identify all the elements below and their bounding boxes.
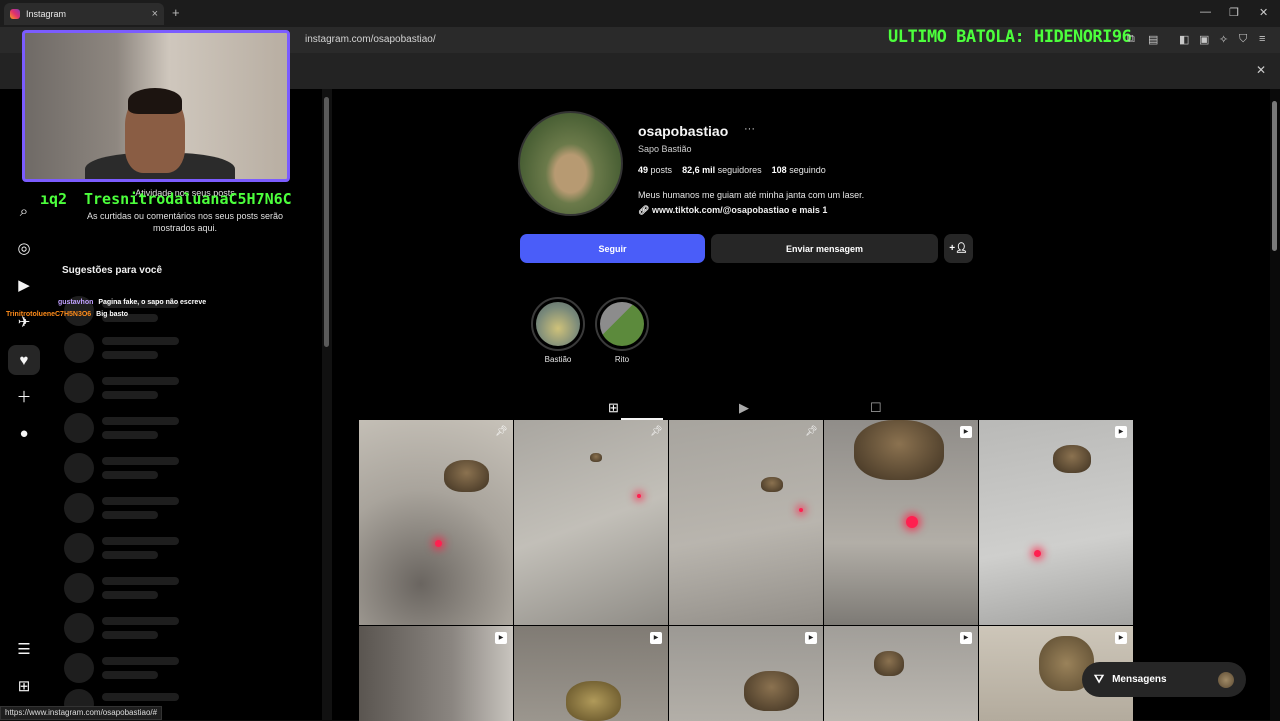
posts-count: 49	[638, 165, 649, 175]
chat-text: Big basto	[96, 311, 129, 318]
status-url: https://www.instagram.com/osapobastiao/#	[0, 706, 163, 720]
nav-rail: ⌕ ◎ ▶ ✈ ♥ ＋ ● ☰ ⊞	[0, 89, 48, 720]
follow-button[interactable]: Seguir	[520, 234, 705, 263]
pinned-icon: 📌︎	[805, 426, 818, 437]
ai-icon[interactable]: ✧	[1219, 33, 1228, 46]
following-count[interactable]: 108	[772, 165, 787, 175]
followers-label[interactable]: seguidores	[718, 165, 762, 175]
post-thumbnail[interactable]: ▶	[359, 626, 513, 721]
chat-username: TresnitrodaluanaC5H7N6C	[84, 190, 292, 208]
profile-tabs: ⊞ ▶ ☐	[360, 394, 1133, 420]
more-menu-icon[interactable]: ☰	[14, 639, 34, 659]
apps-icon[interactable]: ⊞	[14, 676, 34, 696]
tab-title: Instagram	[26, 9, 67, 19]
post-thumbnail[interactable]: ▶	[824, 626, 978, 721]
avatar	[1218, 671, 1234, 688]
tab-posts-grid-icon[interactable]: ⊞	[608, 400, 619, 416]
panel-scrollbar[interactable]	[322, 89, 332, 720]
post-thumbnail[interactable]: 📌︎	[669, 420, 823, 625]
restore-icon[interactable]: ❐	[1229, 6, 1239, 19]
post-thumbnail[interactable]: 📌︎	[514, 420, 668, 625]
profile-bio: Meus humanos me guiam até minha janta co…	[638, 190, 865, 200]
reel-icon: ▶	[1115, 426, 1127, 438]
profile-main: osapobastiao ··· Sapo Bastião 49 posts 8…	[332, 89, 1270, 721]
messages-icon: ⛛	[1094, 672, 1105, 686]
wallet-icon[interactable]: ▣	[1199, 33, 1209, 46]
reader-icon[interactable]: ▤	[1148, 33, 1158, 46]
options-icon[interactable]: ···	[744, 123, 755, 135]
highlight-rito[interactable]: Rito	[593, 297, 651, 364]
browser-tab[interactable]: Instagram ×	[4, 3, 164, 25]
notifications-panel: Atividade nos seus posts As curtidas ou …	[48, 89, 322, 720]
post-thumbnail[interactable]: ▶	[824, 420, 978, 625]
highlight-label: Rito	[614, 355, 630, 364]
chat-user: gustavhon	[58, 299, 94, 306]
stream-banner: ULTIMO BATOLA: HIDENORI96	[888, 27, 1132, 47]
profile-link-text[interactable]: www.tiktok.com/@osapobastiao e mais 1	[652, 205, 828, 215]
create-icon[interactable]: ＋	[14, 386, 34, 406]
window-close-icon[interactable]: ✕	[1259, 6, 1268, 19]
messages-button[interactable]: ⛛ Mensagens	[1082, 662, 1246, 697]
tab-close-icon[interactable]: ×	[152, 8, 158, 20]
profile-username: osapobastiao	[638, 123, 729, 139]
url-field[interactable]: instagram.com/osapobastiao/	[305, 34, 436, 45]
reel-icon: ▶	[805, 632, 817, 644]
messages-label: Mensagens	[1112, 674, 1167, 685]
profile-stats: 49 posts 82,6 mil seguidores 108 seguind…	[638, 165, 826, 175]
suggestions-title: Sugestões para você	[62, 265, 163, 276]
profile-icon[interactable]: ●	[14, 423, 34, 443]
profile-link[interactable]: 🔗︎ www.tiktok.com/@osapobastiao e mais 1	[638, 205, 827, 216]
browser-tabbar: Instagram × + — ❐ ✕	[0, 0, 1280, 27]
explore-icon[interactable]: ◎	[14, 238, 34, 258]
page-scroll-thumb[interactable]	[1272, 101, 1277, 251]
reel-icon: ▶	[960, 632, 972, 644]
activity-desc-2: mostrados aqui.	[152, 223, 218, 233]
reel-icon: ▶	[960, 426, 972, 438]
tab-tagged-icon[interactable]: ☐	[870, 400, 882, 416]
posts-label: posts	[650, 165, 673, 175]
activity-desc-1: As curtidas ou comentários nos seus post…	[86, 211, 284, 221]
minimize-icon[interactable]: —	[1200, 6, 1211, 18]
instagram-favicon-icon	[10, 9, 20, 19]
extensions-icon[interactable]: ⧉	[1127, 33, 1135, 46]
chat-message: gustavhon Pagina fake, o sapo não escrev…	[58, 299, 206, 306]
infobar-close-icon[interactable]: ✕	[1256, 63, 1266, 77]
chat-user: TrinitrotolueneC7H5N3O6	[6, 311, 92, 318]
new-tab-button[interactable]: +	[172, 5, 180, 20]
reels-icon[interactable]: ▶	[14, 275, 34, 295]
add-user-icon[interactable]: +👤︎	[944, 234, 973, 263]
reel-icon: ▶	[495, 632, 507, 644]
notifications-heart-icon[interactable]: ♥	[8, 345, 40, 375]
chat-message: TrinitrotolueneC7H5N3O6 Big basto	[6, 311, 128, 318]
profile-avatar[interactable]	[518, 111, 623, 216]
search-icon[interactable]: ⌕	[14, 201, 34, 221]
post-thumbnail[interactable]: ▶	[514, 626, 668, 721]
shield-icon[interactable]: ⛉	[1239, 33, 1247, 46]
panel-scroll-thumb[interactable]	[324, 97, 329, 347]
reel-icon: ▶	[650, 632, 662, 644]
post-thumbnail[interactable]: 📌︎	[359, 420, 513, 625]
chat-text: Pagina fake, o sapo não escreve	[98, 299, 207, 306]
highlight-bastiao[interactable]: Bastião	[529, 297, 587, 364]
reel-icon: ▶	[1115, 632, 1127, 644]
profile-full-name: Sapo Bastião	[638, 144, 692, 154]
tab-reels-icon[interactable]: ▶	[739, 400, 749, 416]
sidebar-icon[interactable]: ◧	[1179, 33, 1189, 46]
send-message-button[interactable]: Enviar mensagem	[711, 234, 938, 263]
chat-username-fragment: ıq2	[40, 190, 68, 208]
post-thumbnail[interactable]: ▶	[979, 420, 1133, 625]
link-icon: 🔗︎	[638, 205, 652, 215]
webcam-overlay	[22, 30, 290, 182]
menu-icon[interactable]: ≡	[1259, 33, 1265, 45]
following-label[interactable]: seguindo	[789, 165, 826, 175]
highlight-label: Bastião	[544, 355, 572, 364]
page-scrollbar[interactable]	[1270, 89, 1280, 720]
followers-count[interactable]: 82,6 mil	[682, 165, 715, 175]
pinned-icon: 📌︎	[495, 426, 508, 437]
post-thumbnail[interactable]: ▶	[669, 626, 823, 721]
pinned-icon: 📌︎	[650, 426, 663, 437]
